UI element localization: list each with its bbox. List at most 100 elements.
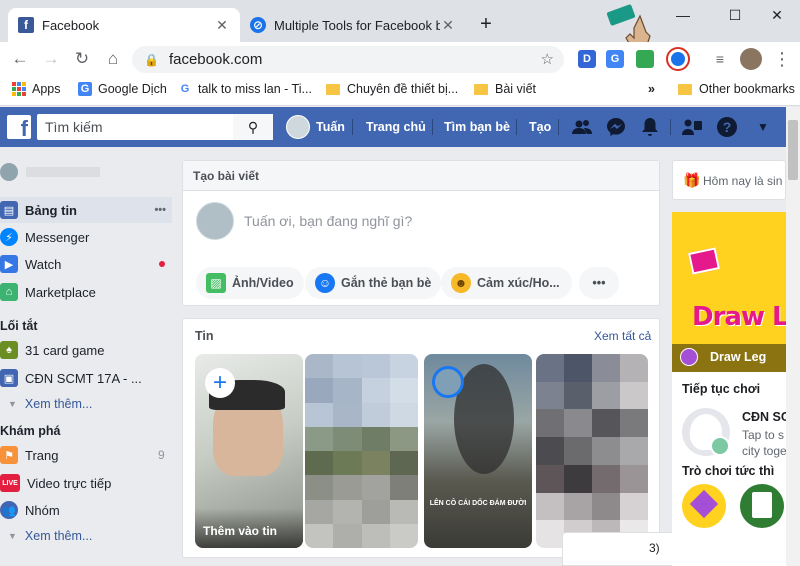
chrome-menu-icon[interactable]: ⋮ [770, 47, 794, 71]
continue-playing-heading: Tiếp tục chơi [682, 382, 761, 396]
story-card-smoke[interactable]: LÊN CÔ CÁI DỐC ĐÁM ĐƯỜI [424, 354, 532, 548]
story-card-blurred-2[interactable] [536, 354, 648, 548]
see-more-shortcuts[interactable]: ▼ Xem thêm... [8, 397, 92, 411]
profile-link[interactable]: Tuấn [286, 107, 345, 147]
search-input[interactable]: Tìm kiếm ⚲ [37, 114, 273, 140]
address-bar[interactable]: 🔒 facebook.com ☆ [132, 46, 564, 73]
forward-icon[interactable]: → [39, 47, 63, 71]
help-icon[interactable]: ? [716, 116, 738, 138]
bookmark-star-icon[interactable]: ☆ [541, 50, 554, 68]
reload-icon[interactable]: ↻ [70, 47, 94, 71]
add-to-story-label: Thêm vào tin [203, 524, 278, 538]
birthday-card[interactable]: 🎁 Hôm nay là sin [672, 160, 786, 200]
instant-game-cards-icon[interactable] [740, 484, 784, 528]
sidebar-item-label: Video trực tiếp [27, 475, 112, 491]
facebook-header: f Tìm kiếm ⚲ Tuấn Trang chủ Tìm bạn bè T… [0, 107, 786, 147]
tab-title: Facebook [42, 17, 100, 33]
tag-friends-button[interactable]: ☺ Gắn thẻ bạn bè [305, 267, 442, 299]
minimize-button[interactable]: — [660, 0, 706, 30]
extension-d-icon[interactable]: D [578, 50, 596, 68]
scrollbar-thumb[interactable] [788, 120, 798, 180]
divider [670, 119, 671, 135]
continue-game-name[interactable]: CĐN SC [742, 410, 790, 424]
user-avatar[interactable] [0, 163, 18, 181]
notifications-bell-icon[interactable] [639, 116, 661, 138]
sidebar-item-marketplace[interactable]: ⌂ Marketplace [0, 279, 172, 305]
composer-input[interactable]: Tuấn ơi, bạn đang nghĩ gì? [244, 213, 412, 229]
shortcut-31-card-game[interactable]: ♠ 31 card game [0, 337, 172, 363]
multiple-tools-extension-icon[interactable] [666, 47, 690, 71]
nav-find-friends[interactable]: Tìm bạn bè [444, 107, 510, 147]
gift-icon: 🎁 [683, 172, 701, 188]
facebook-logo-icon[interactable]: f [7, 115, 31, 140]
blurred-user-name[interactable] [26, 167, 100, 177]
apps-bookmark[interactable]: Apps [12, 82, 61, 96]
messenger-icon[interactable] [605, 116, 627, 138]
extension-green-icon[interactable] [636, 50, 654, 68]
divider [432, 119, 433, 135]
see-more-explore[interactable]: ▼ Xem thêm... [8, 529, 92, 543]
sidebar-item-watch[interactable]: ▶ Watch [0, 251, 172, 277]
chat-online-count: 3) [649, 541, 660, 555]
home-icon[interactable]: ⌂ [101, 47, 125, 71]
story-caption: LÊN CÔ CÁI DỐC ĐÁM ĐƯỜI [429, 500, 527, 507]
bookmark-bai-viet[interactable]: Bài viết [474, 82, 536, 96]
explore-live-video[interactable]: LIVE Video trực tiếp [0, 470, 172, 496]
story-card-blurred-1[interactable] [305, 354, 418, 548]
shortcut-cdn-scmt[interactable]: ▣ CĐN SCMT 17A - ... [0, 365, 172, 391]
bookmarks-overflow-button[interactable]: » [648, 82, 655, 96]
button-label: Cảm xúc/Ho... [477, 276, 560, 290]
search-icon[interactable]: ⚲ [233, 114, 273, 140]
back-icon[interactable]: ← [8, 47, 32, 71]
card-game-icon: ♠ [0, 341, 18, 359]
nav-home[interactable]: Trang chủ [366, 107, 426, 147]
folder-icon [326, 83, 340, 95]
news-feed-icon: ▤ [0, 201, 18, 219]
media-control-icon[interactable]: ≡ [708, 47, 732, 71]
add-to-story-card[interactable]: + Thêm vào tin [195, 354, 303, 548]
add-story-icon[interactable]: + [205, 368, 235, 398]
feeling-activity-button[interactable]: ☻ Cảm xúc/Ho... [441, 267, 572, 299]
explore-groups[interactable]: 👥 Nhóm [0, 497, 172, 523]
tag-friends-icon: ☺ [315, 273, 335, 293]
sidebar-item-news-feed[interactable]: ▤ Bảng tin ••• [0, 197, 172, 223]
friend-requests-icon[interactable] [571, 116, 593, 138]
instant-games-heading: Trò chơi tức thì [682, 464, 775, 478]
bookmark-label: Bài viết [495, 82, 536, 96]
bookmark-chuyen-de[interactable]: Chuyên đề thiết bị... [326, 82, 458, 96]
window-close-button[interactable]: ✕ [754, 0, 800, 30]
explore-pages[interactable]: ⚑ Trang 9 [0, 442, 172, 468]
draw-leg-game-banner[interactable]: Draw Le Draw Leg [672, 212, 786, 372]
explore-heading: Khám phá [0, 424, 61, 438]
more-actions-button[interactable]: ••• [579, 267, 619, 299]
more-options-icon[interactable]: ••• [154, 204, 166, 216]
tab-facebook[interactable]: f Facebook ✕ [8, 8, 240, 42]
sidebar-item-messenger[interactable]: ⚡ Messenger [0, 224, 172, 250]
see-all-stories-link[interactable]: Xem tất cả [594, 329, 651, 343]
bookmark-google-dich[interactable]: G Google Dịch [78, 82, 167, 96]
user-avatar [196, 202, 234, 240]
new-tab-button[interactable]: + [474, 12, 498, 36]
tab-close-icon[interactable]: ✕ [214, 17, 230, 34]
maximize-button[interactable]: ☐ [712, 0, 758, 30]
photo-video-button[interactable]: ▨ Ảnh/Video [196, 267, 304, 299]
profile-avatar[interactable] [740, 48, 762, 70]
tab-strip: f Facebook ✕ ⊘ Multiple Tools for Facebo… [0, 0, 800, 49]
other-bookmarks[interactable]: Other bookmarks [678, 82, 795, 96]
games-panel: Tiếp tục chơi CĐN SC Tap to s city toge … [672, 372, 790, 566]
tab-multiple-tools[interactable]: ⊘ Multiple Tools for Facebook by Le ✕ [240, 8, 466, 42]
translate-extension-icon[interactable]: G [606, 50, 624, 68]
sidebar-item-label: CĐN SCMT 17A - ... [25, 370, 142, 386]
bookmark-label: Other bookmarks [699, 82, 795, 96]
sidebar-item-label: 31 card game [25, 342, 105, 358]
quick-help-people-icon[interactable] [681, 116, 703, 138]
button-label: Ảnh/Video [232, 276, 294, 290]
account-dropdown-icon[interactable]: ▼ [752, 116, 774, 138]
tab-close-icon[interactable]: ✕ [440, 17, 456, 34]
nav-create[interactable]: Tạo [529, 107, 551, 147]
instant-game-draw-leg-icon[interactable] [682, 484, 726, 528]
pages-flag-icon: ⚑ [0, 446, 18, 464]
bookmark-talk-to-miss-lan[interactable]: G talk to miss lan - Ti... [178, 82, 312, 96]
messenger-icon: ⚡ [0, 228, 18, 246]
sidebar-item-label: Messenger [25, 229, 90, 245]
